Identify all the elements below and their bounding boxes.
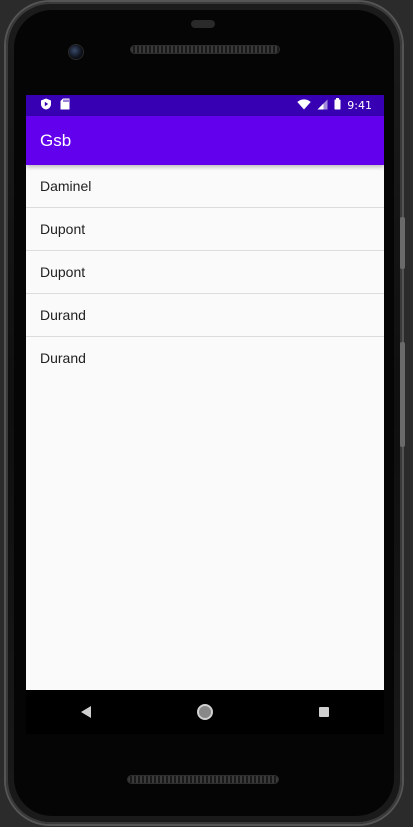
back-icon (80, 706, 91, 718)
list-item[interactable]: Durand (26, 294, 384, 337)
play-protect-icon (40, 98, 52, 113)
phone-frame: 9:41 Gsb Daminel Dupont Dupont Durand Du… (6, 2, 405, 824)
recents-button[interactable] (304, 692, 344, 732)
status-bar-left (40, 98, 70, 113)
list-item[interactable]: Daminel (26, 165, 384, 208)
volume-buttons[interactable] (400, 342, 405, 447)
back-button[interactable] (66, 692, 106, 732)
status-time: 9:41 (347, 99, 372, 112)
power-button[interactable] (400, 217, 405, 269)
list-item-label: Dupont (40, 264, 86, 280)
front-camera (69, 45, 83, 59)
list-item-label: Durand (40, 350, 86, 366)
earpiece (191, 20, 215, 28)
list-item[interactable]: Dupont (26, 208, 384, 251)
recents-icon (319, 707, 330, 717)
list-item-label: Durand (40, 307, 86, 323)
navigation-bar (26, 690, 384, 734)
emulator-stage: 9:41 Gsb Daminel Dupont Dupont Durand Du… (0, 0, 413, 827)
battery-icon (334, 98, 341, 113)
list-item[interactable]: Dupont (26, 251, 384, 294)
home-button[interactable] (185, 692, 225, 732)
home-icon (196, 704, 213, 720)
status-bar-right: 9:41 (297, 98, 372, 113)
app-bar: Gsb (26, 116, 384, 165)
bottom-speaker-grille (128, 776, 278, 783)
list-item-label: Dupont (40, 221, 86, 237)
top-speaker-grille (131, 46, 279, 53)
signal-icon (317, 99, 328, 113)
list-item[interactable]: Durand (26, 337, 384, 379)
device-screen: 9:41 Gsb Daminel Dupont Dupont Durand Du… (26, 95, 384, 690)
status-bar: 9:41 (26, 95, 384, 116)
app-title: Gsb (40, 130, 72, 150)
list-item-label: Daminel (40, 178, 92, 194)
sd-card-icon (60, 98, 70, 113)
wifi-icon (297, 98, 311, 113)
name-list: Daminel Dupont Dupont Durand Durand (26, 165, 384, 379)
